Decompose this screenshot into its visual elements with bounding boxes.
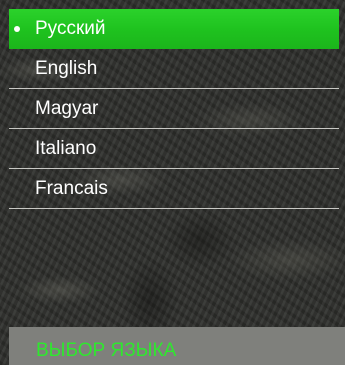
language-list: Русский English Magyar Italiano Francais	[9, 9, 339, 209]
screen-title-bar: ВЫБОР ЯЗЫКА	[9, 327, 345, 365]
language-item-label: Francais	[35, 178, 108, 199]
language-item-magyar[interactable]: Magyar	[9, 89, 339, 129]
language-item-english[interactable]: English	[9, 49, 339, 89]
screen-title: ВЫБОР ЯЗЫКА	[36, 340, 177, 361]
language-item-label: Magyar	[35, 98, 99, 119]
language-item-label: Русский	[35, 18, 106, 39]
language-item-label: English	[35, 58, 98, 79]
language-item-label: Italiano	[35, 138, 97, 159]
language-select-screen: Русский English Magyar Italiano Francais…	[0, 0, 345, 365]
language-item-francais[interactable]: Francais	[9, 169, 339, 209]
language-item-italiano[interactable]: Italiano	[9, 129, 339, 169]
selected-bullet-icon	[14, 26, 20, 32]
language-item-russian[interactable]: Русский	[9, 9, 339, 49]
